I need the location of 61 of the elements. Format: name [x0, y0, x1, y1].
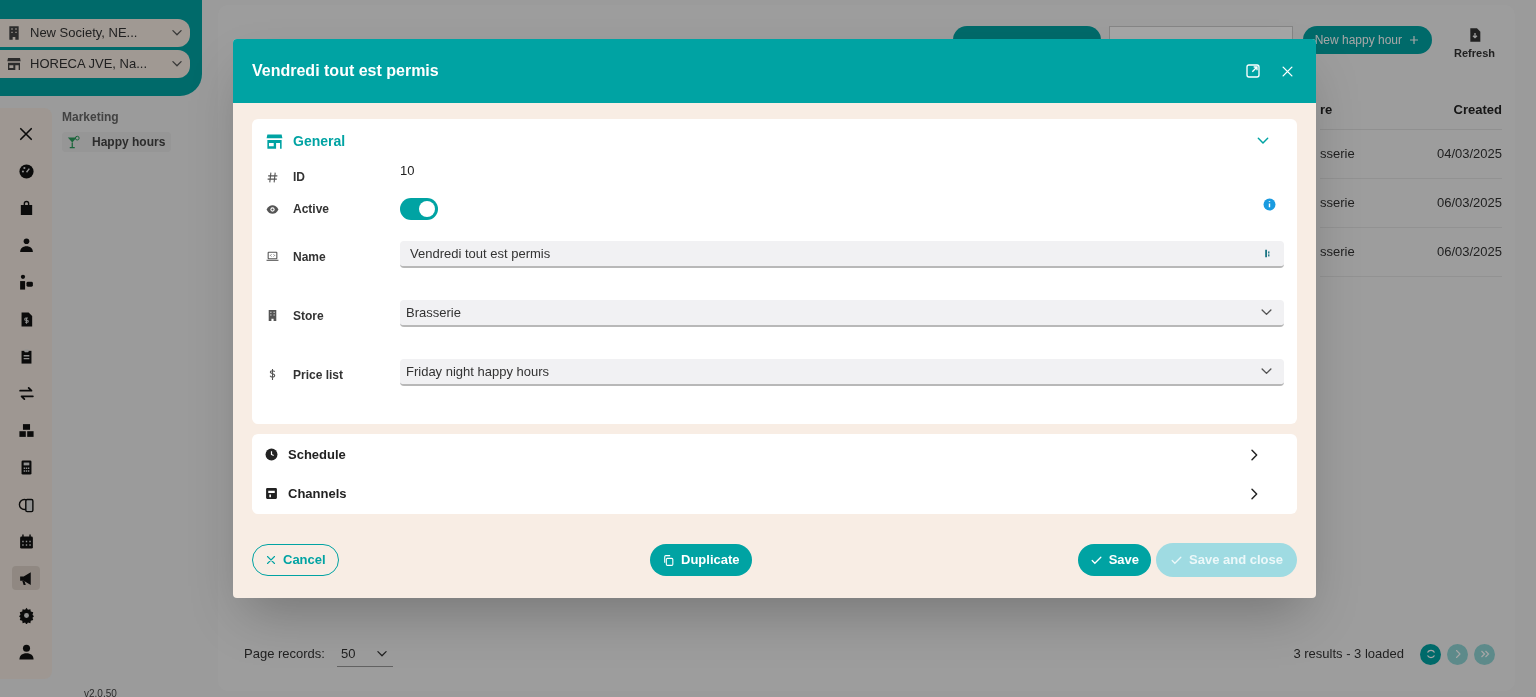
version-label: v2.0.50 [84, 687, 117, 697]
results-count: 3 results - 3 loaded [1293, 645, 1404, 664]
table-cell-text: 04/03/2025 [1435, 145, 1502, 164]
save-button[interactable]: Save [1077, 544, 1152, 576]
section-header[interactable]: Schedule [265, 435, 1284, 474]
section-header[interactable]: General [265, 119, 1284, 163]
dialog-title: Vendredi tout est permis [252, 61, 440, 81]
plus-icon [1408, 34, 1421, 46]
section-header[interactable]: Channels [265, 474, 1284, 513]
copy-icon [662, 553, 675, 567]
company-selector[interactable]: New Society, NE... [0, 18, 190, 47]
person-icon [17, 643, 35, 661]
reload-button[interactable] [1420, 643, 1441, 665]
table-cell-text: sserie [1320, 243, 1356, 262]
duplicate-button[interactable]: Duplicate [650, 544, 752, 576]
eye-icon [266, 202, 279, 216]
section-heading: Marketing [62, 109, 120, 126]
toggle-switch[interactable] [400, 198, 438, 220]
gauge-icon [17, 162, 35, 180]
close-icon [265, 554, 277, 566]
double-chevron-right-icon [1478, 648, 1491, 660]
store-icon [6, 55, 22, 72]
nav-item[interactable] [12, 566, 40, 590]
close-icon [17, 125, 35, 143]
swap-arrows-icon [17, 384, 35, 402]
settings-icon [17, 606, 35, 624]
store-icon [265, 131, 284, 151]
field-label: Active [293, 201, 331, 218]
page-records-label: Page records: [244, 645, 325, 664]
building-icon [266, 309, 279, 322]
company-selector[interactable]: HORECA JVE, Na... [0, 49, 190, 78]
expand-button[interactable] [1243, 61, 1263, 81]
column-header: re [1320, 100, 1334, 119]
field-value: 10 [400, 162, 415, 181]
menu-item[interactable]: Happy hours [62, 132, 172, 152]
person-icon [17, 236, 35, 254]
table-cell-text: 06/03/2025 [1435, 194, 1502, 213]
field-label: ID [293, 169, 306, 186]
boxes-icon [17, 421, 35, 439]
select-field[interactable]: Brasserie [400, 300, 1284, 327]
store-front-icon [265, 487, 278, 500]
table-cell-text: 06/03/2025 [1435, 243, 1502, 262]
table-cell-text: sserie [1320, 194, 1356, 213]
table-cell-text: sserie [1320, 145, 1356, 164]
field-label: Name [293, 248, 327, 266]
refresh-icon [1424, 648, 1437, 660]
field-label: Store [293, 307, 325, 325]
expand-icon [1245, 63, 1261, 79]
building-icon [6, 24, 22, 41]
laptop-icon [266, 250, 279, 263]
select-field[interactable]: Friday night happy hours [400, 359, 1284, 386]
people-icon [17, 273, 35, 291]
input-field[interactable]: Vendredi tout est permis [400, 241, 1284, 268]
info-icon [1263, 197, 1276, 211]
field-label: Price list [293, 366, 345, 384]
clock-icon [265, 448, 278, 461]
hash-icon [266, 170, 279, 184]
page-size-select[interactable]: 50 [336, 641, 393, 667]
calendar-icon [17, 532, 35, 550]
refresh-button[interactable]: Refresh [1454, 24, 1495, 62]
column-header: Created [1452, 100, 1502, 119]
